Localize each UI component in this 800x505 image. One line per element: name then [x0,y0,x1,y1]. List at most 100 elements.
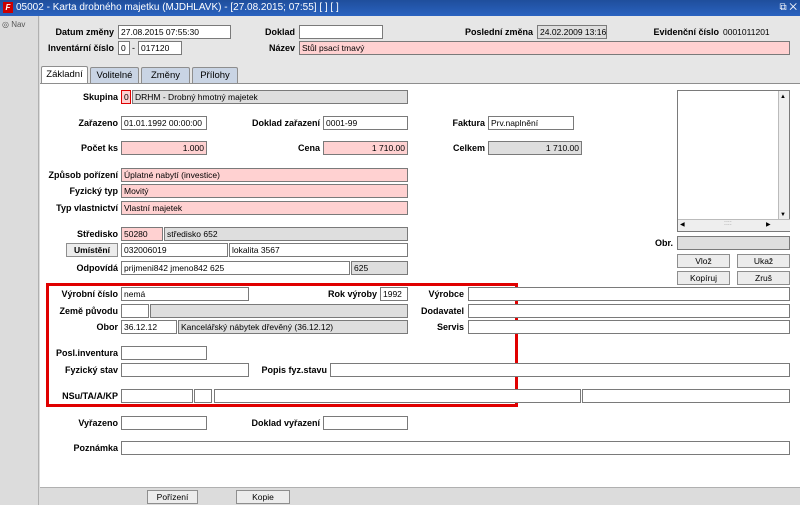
vyrobni-cislo-label: Výrobní číslo [61,289,118,299]
window-title: 05002 - Karta drobného majetku (MJDHLAVK… [16,2,339,13]
vyrazeno-field[interactable] [121,416,207,430]
doklad-vyrazeni-field[interactable] [323,416,408,430]
porizeni-button[interactable]: Pořízení [147,490,198,504]
umisteni-name-field[interactable]: lokalita 3567 [229,243,408,257]
obr-label: Obr. [654,238,673,248]
vyrobce-label: Výrobce [428,289,464,299]
horizontal-scrollbar[interactable]: ◀ :::: ▶ [678,219,790,231]
tab-zmeny[interactable]: Změny [141,67,190,83]
zpusob-porizeni-label: Způsob pořízení [48,170,119,180]
faktura-field[interactable]: Prv.naplnění [488,116,574,130]
servis-label: Servis [436,322,464,332]
nazev-field[interactable]: Stůl psací tmavý [299,41,790,55]
inventarni-cislo-label: Inventární číslo [47,43,114,53]
zpusob-porizeni-field[interactable]: Úplatné nabytí (investice) [121,168,408,182]
odpovida-field[interactable]: prijmeni842 jmeno842 625 [121,261,350,275]
faktura-label: Faktura [452,118,485,128]
left-nav: ◎ Nav [0,16,39,505]
skupina-code-field[interactable]: 0 [121,90,131,104]
evidencni-cislo-label: Evidenční číslo [653,27,719,37]
pocet-ks-field[interactable]: 1.000 [121,141,207,155]
inventarni-cislo-field[interactable]: 017120 [138,41,182,55]
typ-vlastnictvi-field[interactable]: Vlastní majetek [121,201,408,215]
servis-field[interactable] [468,320,790,334]
zrus-button[interactable]: Zruš [737,271,790,285]
posledni-zmena-field: 24.02.2009 13:16 [537,25,607,39]
tab-volitelne[interactable]: Volitelné [90,67,139,83]
celkem-label: Celkem [452,143,485,153]
nsu-field-2[interactable] [194,389,212,403]
obr-field [677,236,790,250]
skupina-field: DRHM - Drobný hmotný majetek [132,90,408,104]
stredisko-code-field[interactable]: 50280 [121,227,163,241]
vyrobce-field[interactable] [468,287,790,301]
pocet-ks-label: Počet ks [80,143,118,153]
fyzicky-stav-field[interactable] [121,363,249,377]
title-bar: F 05002 - Karta drobného majetku (MJDHLA… [0,0,800,16]
zeme-puvodu-code-field[interactable] [121,304,149,318]
nsu-field-3[interactable] [214,389,581,403]
vyrazeno-label: Vyřazeno [78,418,118,428]
obor-label: Obor [96,322,119,332]
tab-zakladni[interactable]: Základní [41,66,88,84]
rok-vyroby-field[interactable]: 1992 [380,287,408,301]
vyrobni-cislo-field[interactable]: nemá [121,287,249,301]
obor-name-field: Kancelářský nábytek dřevěný (36.12.12) [178,320,408,334]
dodavatel-label: Dodavatel [420,306,464,316]
skupina-label: Skupina [82,92,118,102]
scroll-right-icon[interactable]: ▶ [766,221,771,228]
kopie-button[interactable]: Kopie [236,490,290,504]
typ-vlastnictvi-label: Typ vlastnictví [56,203,118,213]
vertical-scrollbar[interactable]: ▲ ▼ [778,91,789,220]
nazev-label: Název [268,43,295,53]
zeme-puvodu-label: Země původu [59,306,118,316]
stredisko-label: Středisko [76,229,118,239]
scroll-left-icon[interactable]: ◀ [680,221,685,228]
popis-fyz-stavu-label: Popis fyz.stavu [261,365,327,375]
stredisko-name-field: středisko 652 [164,227,408,241]
umisteni-code-field[interactable]: 032006019 [121,243,228,257]
popis-fyz-stavu-field[interactable] [330,363,790,377]
scroll-down-icon[interactable]: ▼ [780,212,786,218]
obor-code-field[interactable]: 36.12.12 [121,320,177,334]
scroll-thumb[interactable]: :::: [724,220,732,227]
odpovida-label: Odpovídá [76,263,118,273]
zarazeno-field[interactable]: 01.01.1992 00:00:00 [121,116,207,130]
cena-field[interactable]: 1 710.00 [323,141,408,155]
fyzicky-stav-label: Fyzický stav [64,365,118,375]
notes-area[interactable]: ▲ ▼ ◀ :::: ▶ [677,90,790,232]
odpovida-code-field: 625 [351,261,408,275]
zeme-puvodu-name-field [150,304,408,318]
zarazeno-label: Zařazeno [78,118,118,128]
posledni-zmena-label: Poslední změna [464,27,533,37]
datum-zmeny-field[interactable]: 27.08.2015 07:55:30 [118,25,231,39]
nsu-label: NSu/TA/A/KP [62,391,118,401]
nav-button[interactable]: ◎ Nav [2,20,25,29]
scroll-up-icon[interactable]: ▲ [780,94,786,100]
fyzicky-typ-label: Fyzický typ [69,186,118,196]
datum-zmeny-label: Datum změny [55,27,114,37]
poznamka-field[interactable] [121,441,790,455]
doklad-label: Doklad [264,27,295,37]
fyzicky-typ-field[interactable]: Movitý [121,184,408,198]
doklad-vyrazeni-label: Doklad vyřazení [251,418,320,428]
posl-inventura-field[interactable] [121,346,207,360]
doklad-field[interactable] [299,25,383,39]
poznamka-label: Poznámka [73,443,118,453]
inventarni-cislo-separator: - [132,43,135,53]
dodavatel-field[interactable] [468,304,790,318]
doklad-zarazeni-label: Doklad zařazení [251,118,320,128]
vloz-button[interactable]: Vlož [677,254,730,268]
tab-prilohy[interactable]: Přílohy [192,67,238,83]
evidencni-cislo-value: 0001011201 [723,27,770,37]
doklad-zarazeni-field[interactable]: 0001-99 [323,116,408,130]
kopiruj-button[interactable]: Kopíruj [677,271,730,285]
inventarni-cislo-prefix[interactable]: 0 [118,41,130,55]
window-controls[interactable]: ⧉ ✕ [779,2,797,13]
nsu-field-4[interactable] [582,389,790,403]
cena-label: Cena [297,143,320,153]
nsu-field-1[interactable] [121,389,193,403]
rok-vyroby-label: Rok výroby [327,289,377,299]
ukaz-button[interactable]: Ukaž [737,254,790,268]
umisteni-button[interactable]: Umístění [66,243,118,257]
